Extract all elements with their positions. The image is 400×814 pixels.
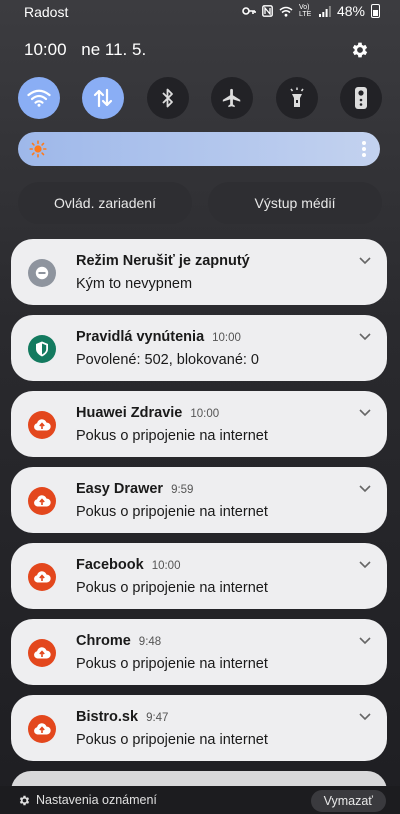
notification-footer: Nastavenia oznámení Vymazať xyxy=(0,786,400,814)
chevron-down-icon[interactable] xyxy=(359,559,371,569)
battery-icon xyxy=(371,4,380,18)
wifi-toggle[interactable] xyxy=(18,77,60,119)
notification-body: Povolené: 502, blokované: 0 xyxy=(76,352,259,368)
notification-body: Pokus o pripojenie na internet xyxy=(76,504,268,520)
more-options-icon[interactable] xyxy=(362,141,366,159)
notification-body: Pokus o pripojenie na internet xyxy=(76,732,268,748)
notification-title: Pravidlá vynútenia 10:00 xyxy=(76,329,241,345)
clear-all-button[interactable]: Vymazať xyxy=(310,790,386,812)
chevron-down-icon[interactable] xyxy=(359,255,371,265)
notification-body: Kým to nevypnem xyxy=(76,276,193,292)
battery-percent: 48% xyxy=(336,3,365,19)
sun-icon xyxy=(29,140,47,158)
notification-enforcement[interactable]: Pravidlá vynútenia 10:00 Povolené: 502, b… xyxy=(11,315,387,381)
shield-icon xyxy=(28,335,56,363)
dnd-icon xyxy=(28,259,56,287)
notification-body: Pokus o pripojenie na internet xyxy=(76,580,268,596)
chevron-down-icon[interactable] xyxy=(359,331,371,341)
quick-settings xyxy=(18,77,382,119)
wifi-status-icon xyxy=(279,6,293,17)
notification-title: Easy Drawer 9:59 xyxy=(76,481,194,497)
airplane-icon xyxy=(223,88,241,108)
bluetooth-icon xyxy=(162,88,173,108)
nfc-icon xyxy=(262,5,273,17)
clock-time: 10:00 xyxy=(24,40,67,59)
flashlight-toggle[interactable] xyxy=(275,77,318,119)
notification-facebook[interactable]: Facebook 10:00 Pokus o pripojenie na inte… xyxy=(11,543,387,609)
notification-time: 10:00 xyxy=(151,560,181,572)
notification-time: 10:00 xyxy=(190,408,220,420)
cloud-upload-icon xyxy=(28,411,56,439)
notification-time: 9:59 xyxy=(171,484,194,496)
cloud-upload-icon xyxy=(28,639,56,667)
notification-settings-link[interactable]: Nastavenia oznámení xyxy=(36,793,157,807)
data-arrows-icon xyxy=(94,88,113,108)
date-time: 10:00 ne 11. 5. xyxy=(24,40,156,60)
mobile-data-toggle[interactable] xyxy=(82,77,125,119)
flashlight-icon xyxy=(289,87,304,107)
notification-dnd[interactable]: Režim Nerušiť je zapnutý Kým to nevypnem xyxy=(11,239,387,305)
carrier-name: Radost xyxy=(24,4,69,20)
notification-chrome[interactable]: Chrome 9:48 Pokus o pripojenie na interne… xyxy=(11,619,387,685)
chevron-down-icon[interactable] xyxy=(359,407,371,417)
brightness-slider[interactable] xyxy=(18,132,380,166)
chevron-down-icon[interactable] xyxy=(359,711,371,721)
bluetooth-toggle[interactable] xyxy=(146,77,189,119)
date-text: ne 11. 5. xyxy=(81,40,147,59)
notification-time: 9:47 xyxy=(146,712,169,724)
key-icon xyxy=(242,7,256,15)
notification-time: 9:48 xyxy=(138,636,162,648)
signal-icon xyxy=(318,5,331,17)
notification-title: Facebook 10:00 xyxy=(76,557,181,573)
notification-huawei-health[interactable]: Huawei Zdravie 10:00 Pokus o pripojenie n… xyxy=(11,391,387,457)
notification-body: Pokus o pripojenie na internet xyxy=(76,428,268,444)
cloud-upload-icon xyxy=(28,715,56,743)
status-bar: Radost Vo) LTE 48% xyxy=(0,0,400,24)
device-control-button[interactable]: Ovlád. zariadení xyxy=(18,182,192,224)
network-label: Vo) LTE xyxy=(298,4,312,18)
media-output-button[interactable]: Výstup médií xyxy=(208,182,382,224)
wifi-icon xyxy=(27,89,51,107)
cloud-upload-icon xyxy=(28,487,56,515)
airplane-toggle[interactable] xyxy=(211,77,254,119)
notification-time: 10:00 xyxy=(212,332,241,344)
status-icons: Vo) LTE 48% xyxy=(242,3,380,19)
notification-body: Pokus o pripojenie na internet xyxy=(76,656,268,672)
control-pills: Ovlád. zariadení Výstup médií xyxy=(18,182,382,224)
notification-title: Režim Nerušiť je zapnutý xyxy=(76,253,250,269)
notification-bistro[interactable]: Bistro.sk 9:47 Pokus o pripojenie na inte… xyxy=(11,695,387,761)
chevron-down-icon[interactable] xyxy=(359,483,371,493)
notification-title: Bistro.sk 9:47 xyxy=(76,709,169,725)
remote-toggle[interactable] xyxy=(339,77,382,119)
settings-gear-icon[interactable] xyxy=(350,40,370,60)
remote-icon xyxy=(354,87,367,109)
cloud-upload-icon xyxy=(28,563,56,591)
notification-easy-drawer[interactable]: Easy Drawer 9:59 Pokus o pripojenie na in… xyxy=(11,467,387,533)
notification-title: Chrome 9:48 xyxy=(76,633,162,649)
chevron-down-icon[interactable] xyxy=(359,635,371,645)
notification-title: Huawei Zdravie 10:00 xyxy=(76,405,220,421)
settings-gear-icon[interactable] xyxy=(18,794,31,807)
